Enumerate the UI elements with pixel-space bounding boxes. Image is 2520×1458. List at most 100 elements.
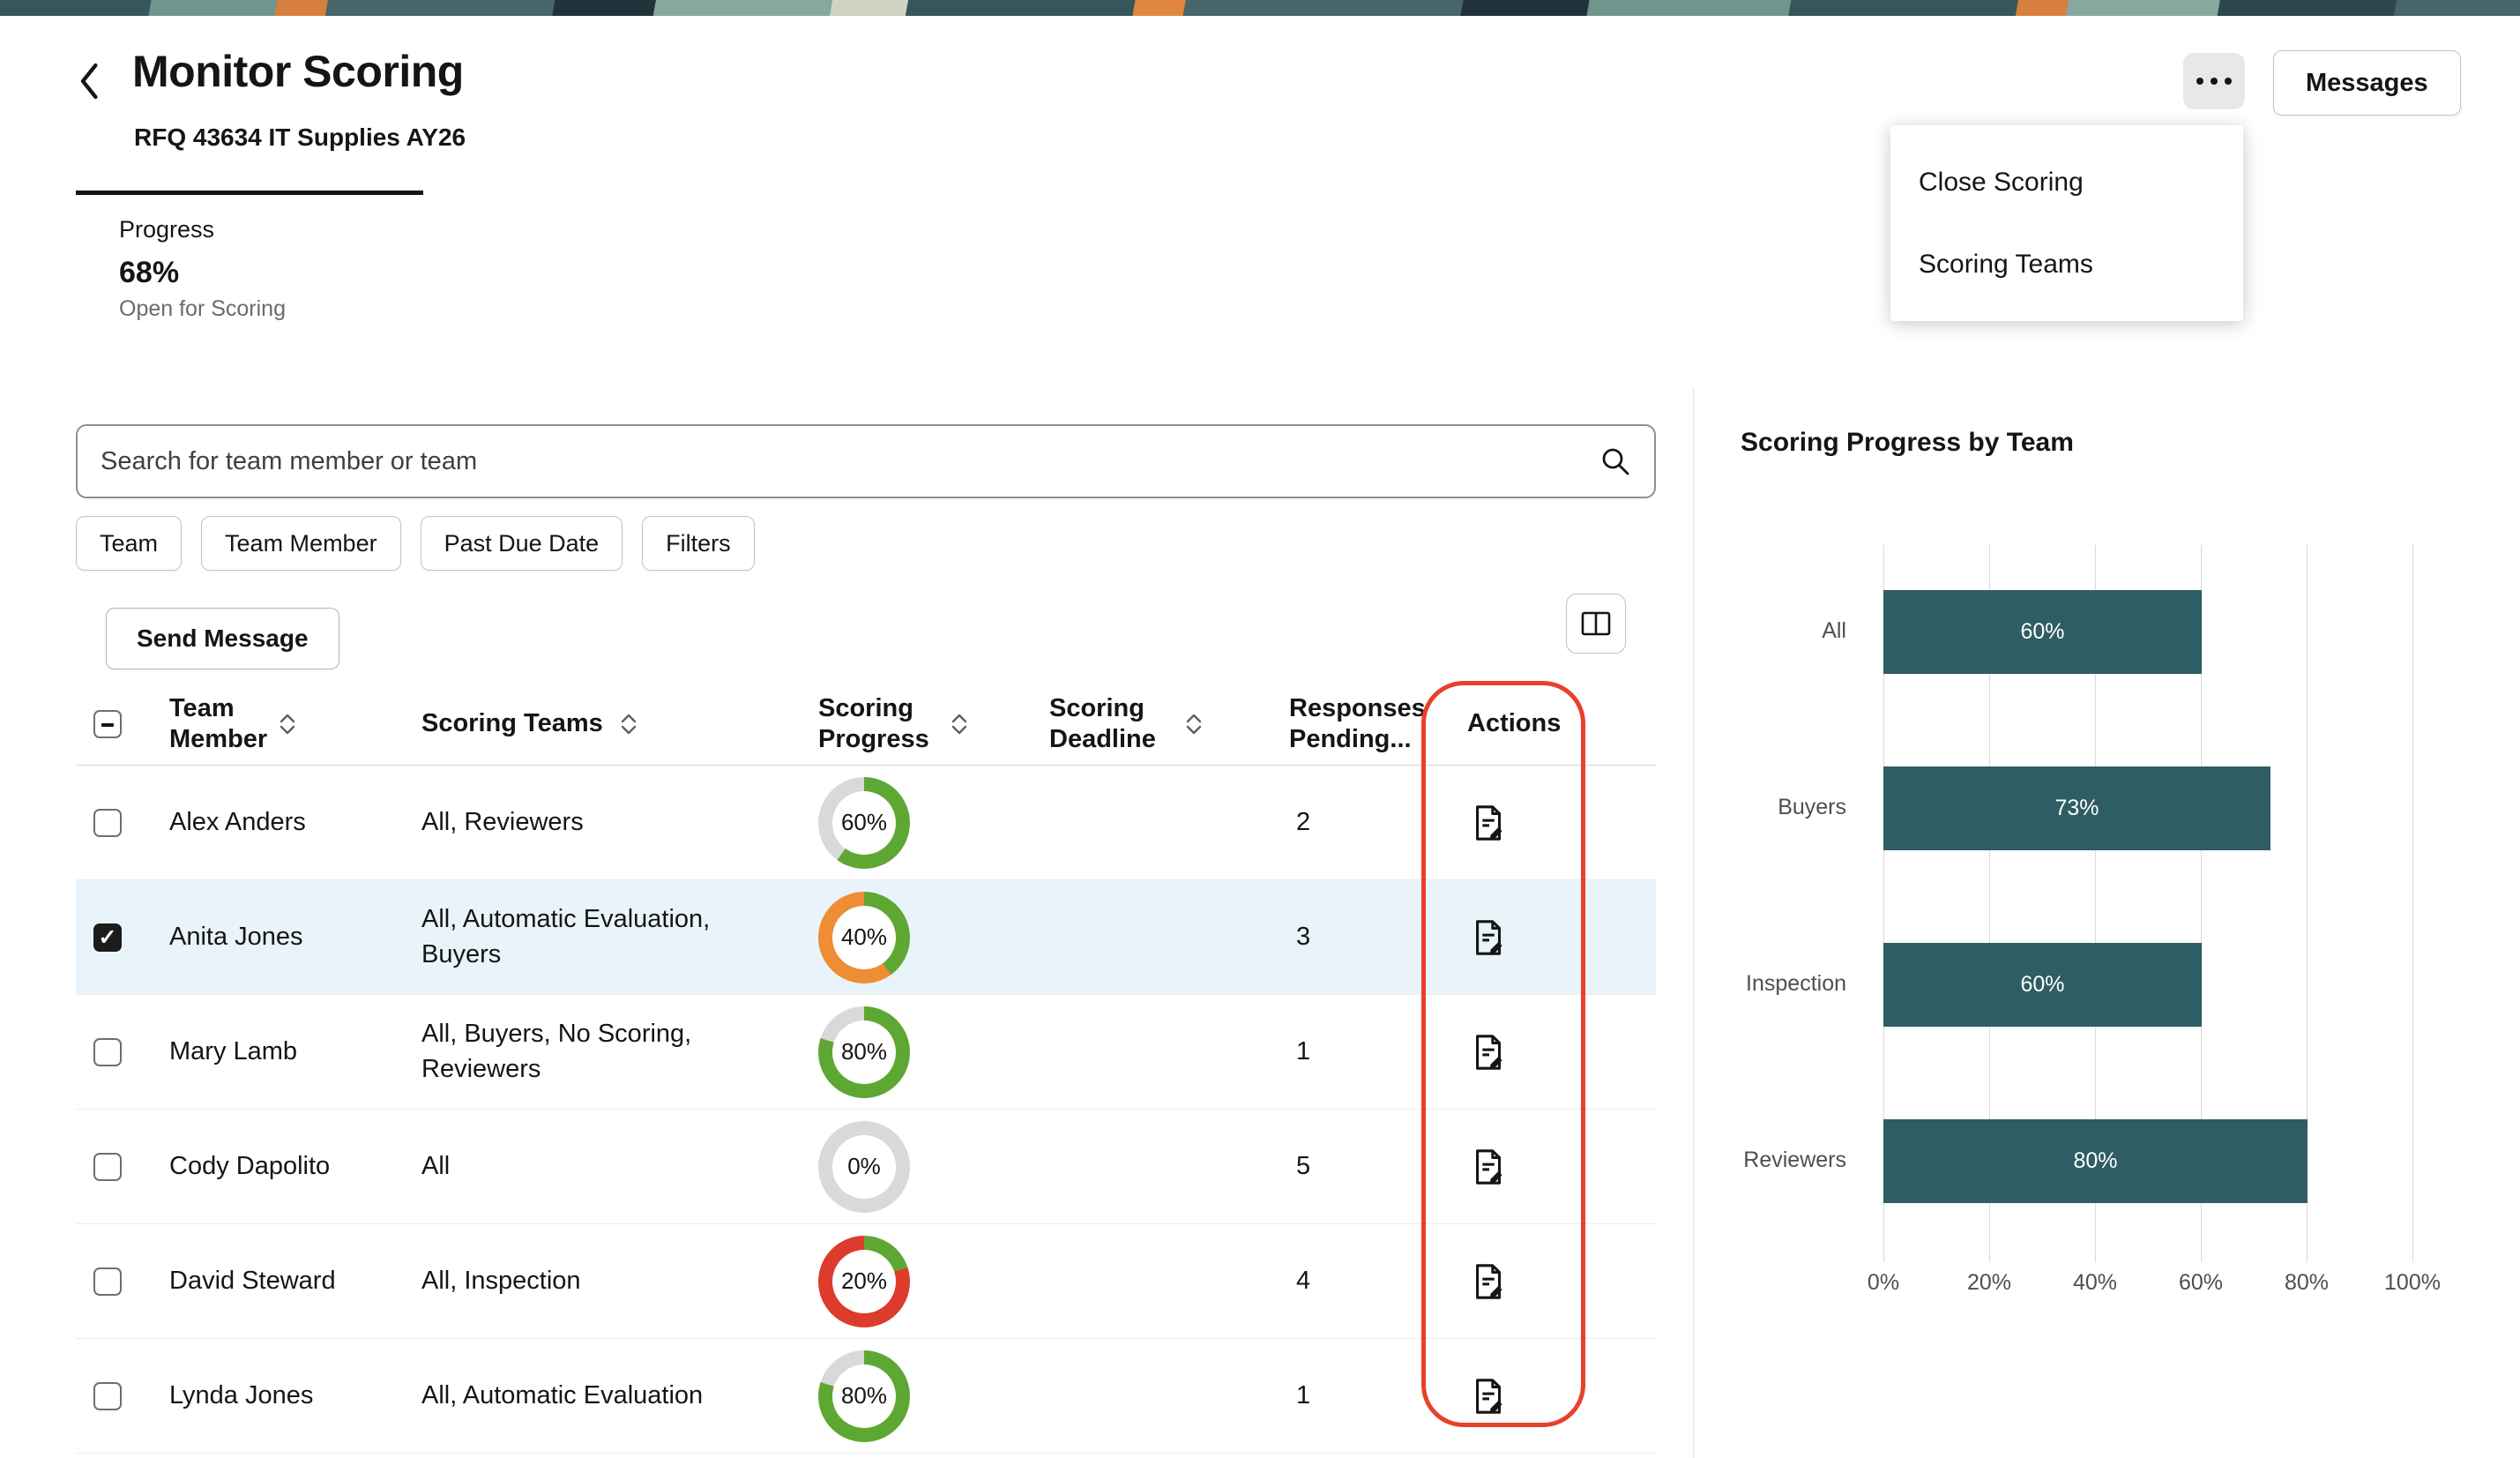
chart-x-axis: 0% 20% 40% 60% 80% 100% <box>1883 1270 2413 1297</box>
progress-percent: 80% <box>832 1021 896 1084</box>
chevron-left-icon <box>73 60 103 102</box>
category-label: Buyers <box>1778 795 1846 820</box>
progress-status: Open for Scoring <box>119 296 286 322</box>
back-button[interactable] <box>62 55 115 108</box>
edit-score-icon[interactable] <box>1469 803 1510 843</box>
chart-bar: 73% <box>1883 766 2270 850</box>
team-member-name: Alex Anders <box>152 808 420 837</box>
responses-pending-value: 3 <box>1287 923 1437 952</box>
table-row[interactable]: Cody Dapolito All 0% 5 <box>76 1110 1656 1224</box>
menu-item-scoring-teams[interactable]: Scoring Teams <box>1890 223 2243 305</box>
menu-item-close-scoring[interactable]: Close Scoring <box>1890 141 2243 223</box>
page-subtitle: RFQ 43634 IT Supplies AY26 <box>134 123 466 152</box>
team-member-name: Cody Dapolito <box>152 1152 420 1181</box>
team-member-name: Anita Jones <box>152 923 420 952</box>
progress-donut: 60% <box>818 777 910 869</box>
manage-columns-button[interactable] <box>1566 594 1626 654</box>
chip-team[interactable]: Team <box>76 516 182 571</box>
progress-donut: 80% <box>818 1006 910 1098</box>
table-row[interactable]: Lynda Jones All, Automatic Evaluation 80… <box>76 1339 1656 1454</box>
progress-label: Progress <box>119 216 214 243</box>
progress-percent: 0% <box>832 1135 896 1199</box>
more-actions-button[interactable] <box>2183 53 2245 109</box>
sort-icon[interactable] <box>619 710 638 738</box>
table-row[interactable]: David Steward All, Inspection 20% 4 <box>76 1224 1656 1339</box>
column-scoring-teams: Scoring Teams <box>420 708 603 739</box>
table-row[interactable]: Anita Jones All, Automatic Evaluation, B… <box>76 880 1656 995</box>
chart-title: Scoring Progress by Team <box>1741 428 2074 458</box>
page-title: Monitor Scoring <box>132 46 464 97</box>
scoring-teams-value: All, Inspection <box>420 1264 815 1298</box>
tab-underline <box>76 191 423 195</box>
category-label: Inspection <box>1746 971 1846 997</box>
column-responses-pending: Responses Pending... <box>1287 693 1437 756</box>
chart-bar: 80% <box>1883 1119 2308 1203</box>
table-row[interactable]: Alex Anders All, Reviewers 60% 2 <box>76 766 1656 880</box>
columns-icon <box>1580 609 1612 638</box>
messages-button[interactable]: Messages <box>2273 50 2461 116</box>
scoring-teams-value: All, Buyers, No Scoring, Reviewers <box>420 1017 815 1086</box>
axis-tick: 60% <box>2179 1270 2223 1296</box>
row-checkbox[interactable] <box>93 1038 122 1066</box>
column-scoring-deadline: Scoring Deadline <box>1049 693 1168 756</box>
column-team-member: Team Member <box>152 693 262 756</box>
row-checkbox[interactable] <box>93 1267 122 1296</box>
edit-score-icon[interactable] <box>1469 1032 1510 1073</box>
progress-donut: 80% <box>818 1350 910 1442</box>
chart-category-labels: All Buyers Inspection Reviewers <box>1675 545 1866 1262</box>
axis-tick: 0% <box>1868 1270 1899 1296</box>
chip-past-due-date[interactable]: Past Due Date <box>421 516 623 571</box>
chip-filters[interactable]: Filters <box>642 516 755 571</box>
search-bar[interactable] <box>76 424 1656 498</box>
progress-percent: 80% <box>832 1365 896 1428</box>
chart-bar: 60% <box>1883 590 2202 674</box>
scoring-teams-value: All <box>420 1149 815 1184</box>
edit-score-icon[interactable] <box>1469 1261 1510 1302</box>
table-row[interactable]: Mary Lamb All, Buyers, No Scoring, Revie… <box>76 995 1656 1110</box>
send-message-button[interactable]: Send Message <box>106 608 339 669</box>
row-checkbox[interactable] <box>93 1382 122 1410</box>
table-header: Team Member Scoring Teams Scoring Progre… <box>76 684 1656 766</box>
search-icon[interactable] <box>1599 445 1631 477</box>
row-checkbox[interactable] <box>93 923 122 952</box>
select-all-checkbox[interactable] <box>93 710 122 738</box>
progress-percent: 40% <box>832 906 896 969</box>
responses-pending-value: 5 <box>1287 1152 1437 1181</box>
category-label: Reviewers <box>1743 1148 1846 1173</box>
team-member-name: David Steward <box>152 1267 420 1296</box>
row-checkbox[interactable] <box>93 809 122 837</box>
scoring-table: Team Member Scoring Teams Scoring Progre… <box>76 684 1656 1454</box>
progress-donut: 20% <box>818 1236 910 1327</box>
decorative-banner <box>0 0 2520 16</box>
ellipsis-icon <box>2195 76 2233 86</box>
category-label: All <box>1822 618 1846 644</box>
scoring-teams-value: All, Automatic Evaluation <box>420 1379 815 1413</box>
progress-value: 68% <box>119 256 179 290</box>
axis-tick: 20% <box>1967 1270 2011 1296</box>
scoring-teams-value: All, Automatic Evaluation, Buyers <box>420 902 815 971</box>
progress-percent: 60% <box>832 791 896 855</box>
edit-score-icon[interactable] <box>1469 917 1510 958</box>
progress-donut: 0% <box>818 1121 910 1213</box>
sort-icon[interactable] <box>950 710 969 738</box>
edit-score-icon[interactable] <box>1469 1376 1510 1417</box>
filter-chips: Team Team Member Past Due Date Filters <box>76 516 755 571</box>
row-checkbox[interactable] <box>93 1153 122 1181</box>
axis-tick: 40% <box>2073 1270 2117 1296</box>
responses-pending-value: 2 <box>1287 808 1437 837</box>
responses-pending-value: 1 <box>1287 1381 1437 1410</box>
team-member-name: Mary Lamb <box>152 1037 420 1066</box>
edit-score-icon[interactable] <box>1469 1147 1510 1187</box>
more-actions-menu: Close Scoring Scoring Teams <box>1890 125 2243 321</box>
progress-donut: 40% <box>818 892 910 983</box>
sort-icon[interactable] <box>278 710 297 738</box>
responses-pending-value: 4 <box>1287 1267 1437 1296</box>
chart-bar: 60% <box>1883 943 2202 1027</box>
bar-chart: 60% 73% 60% 80% <box>1883 545 2413 1262</box>
column-scoring-progress: Scoring Progress <box>815 693 934 756</box>
axis-tick: 80% <box>2285 1270 2329 1296</box>
chip-team-member[interactable]: Team Member <box>201 516 401 571</box>
sort-icon[interactable] <box>1184 710 1204 738</box>
search-input[interactable] <box>101 447 1599 476</box>
responses-pending-value: 1 <box>1287 1037 1437 1066</box>
